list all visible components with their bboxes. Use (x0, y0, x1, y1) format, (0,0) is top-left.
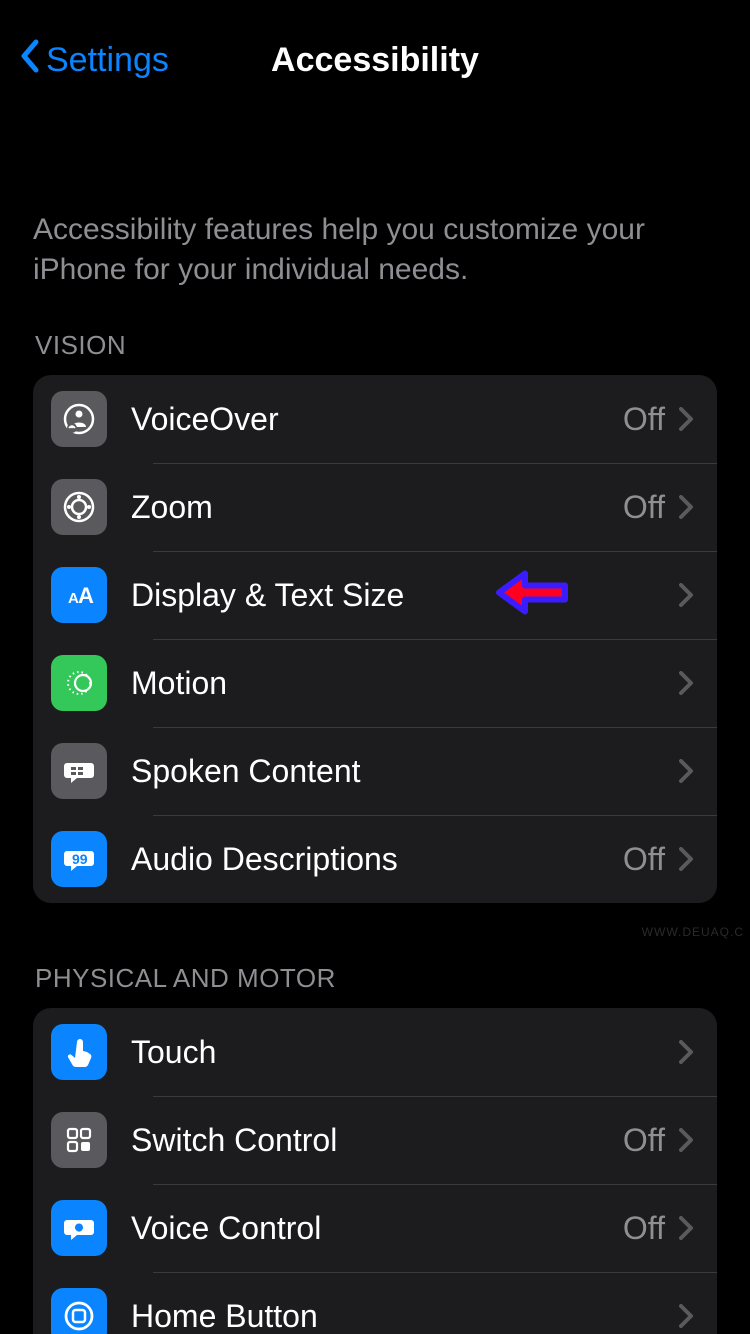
voiceover-icon (51, 391, 107, 447)
back-button[interactable]: Settings (20, 0, 169, 120)
spoken-content-icon (51, 743, 107, 799)
row-spoken-content[interactable]: Spoken Content (33, 727, 717, 815)
chevron-right-icon (679, 1040, 693, 1064)
row-label: Switch Control (131, 1122, 623, 1159)
switch-control-icon (51, 1112, 107, 1168)
zoom-icon (51, 479, 107, 535)
chevron-right-icon (679, 407, 693, 431)
chevron-right-icon (679, 1128, 693, 1152)
chevron-right-icon (679, 495, 693, 519)
section-group-physical-motor: Touch Switch Control Off Voice Control O… (33, 1008, 717, 1334)
voice-control-icon (51, 1200, 107, 1256)
section-header-physical-motor: PHYSICAL AND MOTOR (35, 963, 717, 994)
row-status: Off (623, 401, 665, 438)
back-label: Settings (46, 41, 169, 80)
svg-text:A: A (78, 583, 94, 608)
row-switch-control[interactable]: Switch Control Off (33, 1096, 717, 1184)
chevron-left-icon (20, 39, 40, 82)
row-status: Off (623, 841, 665, 878)
row-home-button[interactable]: Home Button (33, 1272, 717, 1334)
row-status: Off (623, 1210, 665, 1247)
row-label: VoiceOver (131, 401, 623, 438)
row-label: Touch (131, 1034, 679, 1071)
page-title: Accessibility (271, 41, 479, 80)
chevron-right-icon (679, 583, 693, 607)
page-description: Accessibility features help you customiz… (33, 210, 717, 290)
row-status: Off (623, 489, 665, 526)
row-label: Voice Control (131, 1210, 623, 1247)
chevron-right-icon (679, 759, 693, 783)
chevron-right-icon (679, 847, 693, 871)
motion-icon (51, 655, 107, 711)
row-label: Spoken Content (131, 753, 679, 790)
row-label: Zoom (131, 489, 623, 526)
row-zoom[interactable]: Zoom Off (33, 463, 717, 551)
row-voice-control[interactable]: Voice Control Off (33, 1184, 717, 1272)
home-button-icon (51, 1288, 107, 1334)
audio-descriptions-icon: 99 (51, 831, 107, 887)
row-label: Audio Descriptions (131, 841, 623, 878)
row-status: Off (623, 1122, 665, 1159)
row-voiceover[interactable]: VoiceOver Off (33, 375, 717, 463)
row-label: Home Button (131, 1298, 679, 1334)
row-audio-descriptions[interactable]: 99 Audio Descriptions Off (33, 815, 717, 903)
chevron-right-icon (679, 1216, 693, 1240)
chevron-right-icon (679, 1304, 693, 1328)
touch-icon (51, 1024, 107, 1080)
row-label: Display & Text Size (131, 577, 679, 614)
svg-text:99: 99 (72, 851, 88, 867)
section-header-vision: VISION (35, 330, 717, 361)
chevron-right-icon (679, 671, 693, 695)
section-group-vision: VoiceOver Off Zoom Off AA Display & Text… (33, 375, 717, 903)
watermark: WWW.DEUAQ.C (642, 925, 744, 939)
row-touch[interactable]: Touch (33, 1008, 717, 1096)
row-label: Motion (131, 665, 679, 702)
text-size-icon: AA (51, 567, 107, 623)
navigation-bar: Settings Accessibility (0, 0, 750, 120)
row-motion[interactable]: Motion (33, 639, 717, 727)
row-display-text-size[interactable]: AA Display & Text Size (33, 551, 717, 639)
